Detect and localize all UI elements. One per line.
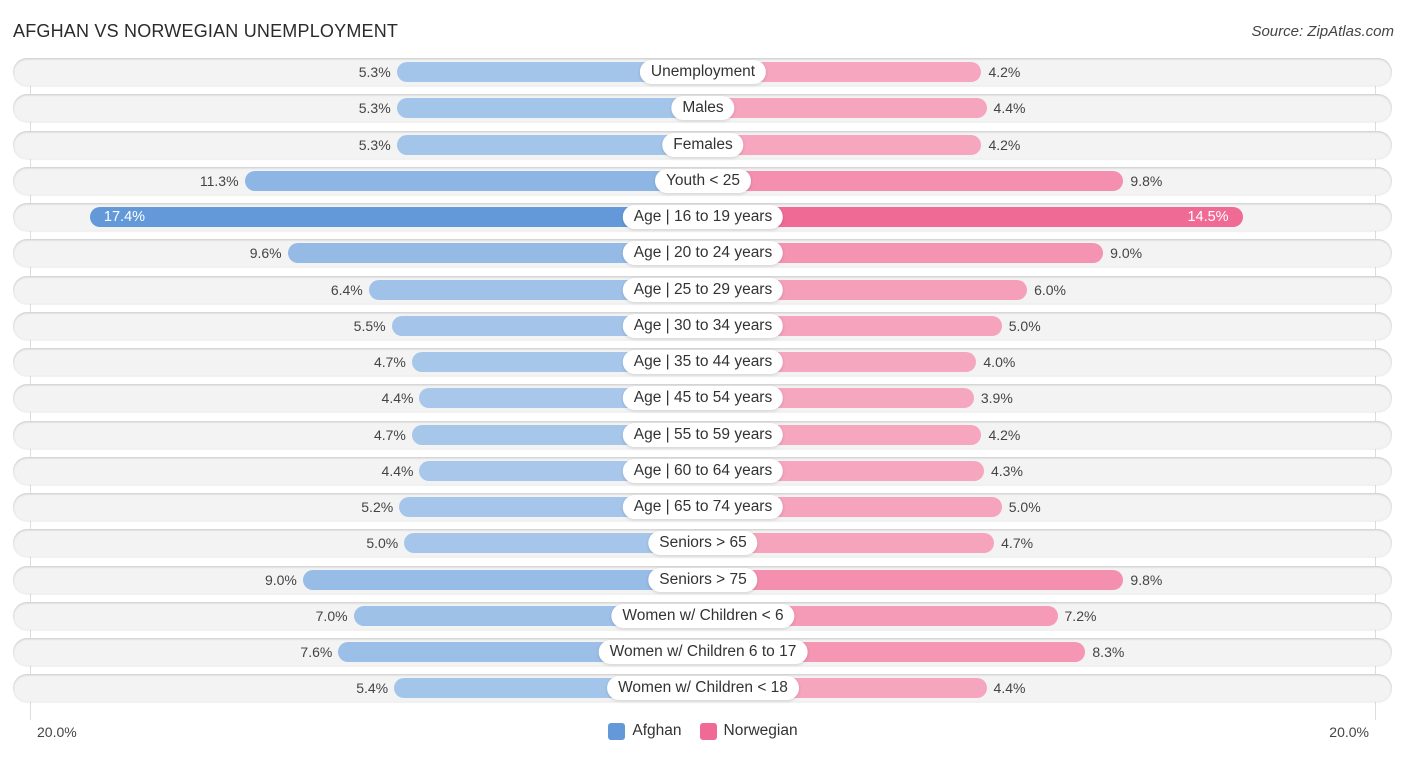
value-label-norwegian: 4.4%: [993, 680, 1026, 697]
value-label-afghan: 5.0%: [366, 535, 399, 552]
value-label-afghan: 11.3%: [199, 172, 239, 189]
category-label: Age | 55 to 59 years: [622, 422, 784, 447]
value-label-norwegian: 4.3%: [991, 462, 1023, 479]
legend-label-afghan: Afghan: [632, 722, 682, 739]
value-label-afghan: 5.3%: [358, 136, 391, 153]
bar-norwegian[interactable]: [703, 134, 982, 155]
category-label: Age | 45 to 54 years: [622, 386, 784, 411]
value-label-norwegian: 14.5%: [1187, 209, 1229, 225]
category-label: Age | 65 to 74 years: [622, 495, 784, 519]
category-label: Seniors > 75: [648, 567, 758, 592]
value-label-norwegian: 4.2%: [988, 136, 1021, 153]
bar-norwegian[interactable]: [703, 98, 987, 119]
value-label-norwegian: 4.4%: [993, 100, 1026, 117]
value-label-afghan: 5.2%: [361, 499, 394, 515]
bar-afghan[interactable]: [89, 207, 703, 227]
value-label-afghan: 4.4%: [381, 390, 414, 407]
value-label-norwegian: 9.8%: [1130, 172, 1163, 189]
category-label: Women w/ Children 6 to 17: [598, 640, 808, 664]
bar-afghan[interactable]: [396, 134, 703, 155]
value-label-norwegian: 4.7%: [1001, 535, 1034, 552]
value-label-norwegian: 4.2%: [988, 426, 1021, 443]
value-label-norwegian: 9.0%: [1110, 245, 1143, 262]
value-label-norwegian: 4.2%: [988, 64, 1021, 80]
legend: Afghan Norwegian: [0, 722, 1406, 740]
value-label-afghan: 4.4%: [381, 462, 414, 479]
category-label: Unemployment: [639, 60, 767, 84]
chart-area: 5.3% 4.2% Unemployment 5.3% 4.4% Males 5.3% 4.2…: [0, 0, 1406, 757]
value-label-norwegian: 8.3%: [1092, 644, 1125, 660]
value-label-afghan: 4.7%: [373, 426, 406, 443]
category-label: Females: [662, 132, 744, 157]
category-label: Youth < 25: [655, 168, 751, 193]
bar-afghan[interactable]: [396, 98, 703, 119]
value-label-afghan: 6.4%: [330, 281, 363, 298]
value-label-afghan: 17.4%: [103, 209, 146, 225]
value-label-norwegian: 7.2%: [1064, 607, 1097, 624]
value-label-norwegian: 6.0%: [1034, 281, 1067, 298]
category-label: Age | 20 to 24 years: [622, 241, 784, 266]
value-label-norwegian: 4.0%: [983, 354, 1016, 370]
bar-afghan[interactable]: [244, 170, 703, 191]
value-label-afghan: 5.5%: [353, 317, 386, 334]
value-label-afghan: 5.3%: [358, 100, 391, 117]
legend-swatch-afghan: [608, 722, 626, 740]
bar-norwegian[interactable]: [703, 170, 1124, 191]
value-label-afghan: 5.3%: [358, 64, 391, 80]
value-label-afghan: 7.0%: [315, 607, 348, 624]
value-label-norwegian: 5.0%: [1008, 499, 1041, 515]
category-label: Age | 35 to 44 years: [622, 350, 784, 374]
value-label-norwegian: 9.8%: [1130, 571, 1163, 588]
category-label: Males: [671, 96, 735, 121]
category-label: Age | 60 to 64 years: [622, 458, 784, 483]
value-label-afghan: 7.6%: [300, 644, 333, 660]
category-label: Age | 16 to 19 years: [622, 205, 784, 229]
bar-norwegian[interactable]: [703, 207, 1243, 227]
value-label-afghan: 9.6%: [249, 245, 282, 262]
legend-label-norwegian: Norwegian: [723, 722, 798, 739]
bar-afghan[interactable]: [302, 569, 703, 590]
legend-item-norwegian[interactable]: Norwegian: [699, 722, 798, 740]
legend-item-afghan[interactable]: Afghan: [608, 722, 682, 740]
legend-swatch-norwegian: [699, 722, 717, 740]
category-label: Seniors > 65: [648, 531, 758, 556]
category-label: Age | 25 to 29 years: [622, 277, 784, 302]
value-label-norwegian: 5.0%: [1008, 317, 1041, 334]
category-label: Age | 30 to 34 years: [622, 313, 784, 338]
value-label-afghan: 5.4%: [356, 680, 389, 697]
value-label-afghan: 4.7%: [373, 354, 406, 370]
bar-norwegian[interactable]: [703, 569, 1124, 590]
category-label: Women w/ Children < 6: [611, 603, 795, 628]
value-label-afghan: 9.0%: [264, 571, 297, 588]
value-label-norwegian: 3.9%: [980, 390, 1013, 407]
category-label: Women w/ Children < 18: [607, 676, 799, 701]
